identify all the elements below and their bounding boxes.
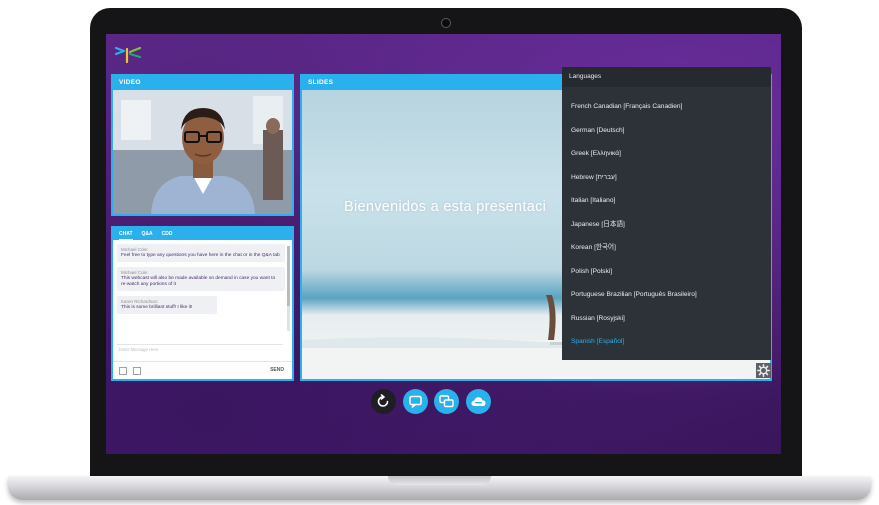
tab-chat[interactable]: CHAT xyxy=(119,228,133,240)
cloud-icon xyxy=(471,397,486,406)
qa-button[interactable] xyxy=(434,389,459,414)
language-item[interactable]: Hebrew [עברית] xyxy=(562,166,771,190)
video-panel-title: VIDEO xyxy=(113,76,292,90)
language-item[interactable]: Polish [Polski] xyxy=(562,260,771,284)
refresh-icon xyxy=(377,394,389,407)
language-item[interactable]: Russian [Rosyjski] xyxy=(562,307,771,331)
language-item[interactable]: Greek [Ελληνικά] xyxy=(562,142,771,166)
chat-footer: SEND xyxy=(113,361,292,379)
attachment-icon[interactable] xyxy=(119,367,127,375)
image-icon[interactable] xyxy=(133,367,141,375)
chat-message-text: Feel free to type any questions you have… xyxy=(121,253,280,258)
language-item[interactable]: Portuguese Brazilian [Português Brasilei… xyxy=(562,283,771,307)
language-item[interactable]: Korean [한국어] xyxy=(562,236,771,260)
chat-message-text: This webcast will also be made available… xyxy=(121,276,276,287)
send-button[interactable]: SEND xyxy=(270,367,284,373)
tab-cdd[interactable]: CDD xyxy=(162,228,173,240)
chat-message-sender: Michael Cole: xyxy=(121,270,149,275)
language-menu: Languages French Canadian [Français Cana… xyxy=(562,67,771,360)
chat-message: Karen Richardson: This is some brilliant… xyxy=(117,296,217,314)
chat-message-text: This is some brilliant stuff! I like it! xyxy=(121,305,193,310)
tab-qa[interactable]: Q&A xyxy=(142,228,153,240)
chat-message: Michael Cole: This webcast will also be … xyxy=(117,267,285,291)
language-item[interactable]: French Canadian [Français Canadien] xyxy=(562,95,771,119)
gear-icon xyxy=(756,363,770,377)
cdd-button[interactable] xyxy=(466,389,491,414)
settings-button[interactable] xyxy=(756,363,771,378)
language-item[interactable]: German [Deutsch] xyxy=(562,119,771,143)
chat-scrollbar[interactable] xyxy=(287,246,290,331)
chat-button[interactable] xyxy=(403,389,428,414)
dragonfly-logo-icon xyxy=(114,46,142,64)
language-list: French Canadian [Français Canadien] Germ… xyxy=(562,87,771,354)
language-item-selected[interactable]: Spanish [Español] xyxy=(562,330,771,354)
chat-bubble-icon xyxy=(409,395,422,408)
chat-message: Michael Cole: Feel free to type any ques… xyxy=(117,244,285,262)
language-item[interactable]: Japanese [日本語] xyxy=(562,213,771,237)
chat-message-sender: Michael Cole: xyxy=(121,247,149,252)
chat-panel: CHAT Q&A CDD Michael Cole: Feel free to … xyxy=(111,226,294,381)
chat-message-sender: Karen Richardson: xyxy=(121,299,159,304)
language-item[interactable]: Italian [Italiano] xyxy=(562,189,771,213)
laptop-notch xyxy=(388,476,491,485)
language-menu-header: Languages xyxy=(562,67,771,87)
laptop-screen: VIDEO CHAT Q&A CDD Michael Cole: Feel fr… xyxy=(106,34,781,454)
chat-scrollbar-thumb[interactable] xyxy=(287,246,290,306)
refresh-button[interactable] xyxy=(371,389,396,414)
slide-title: Bienvenidos a esta presentaci xyxy=(344,199,547,215)
video-feed[interactable] xyxy=(113,90,292,214)
two-bubbles-icon xyxy=(439,395,454,408)
chat-message-input[interactable]: Enter Message Here xyxy=(117,344,283,354)
webcam-icon xyxy=(441,18,451,28)
chat-tabs: CHAT Q&A CDD xyxy=(113,228,292,240)
video-panel: VIDEO xyxy=(111,74,294,216)
chat-message-list: Michael Cole: Feel free to type any ques… xyxy=(117,244,285,319)
